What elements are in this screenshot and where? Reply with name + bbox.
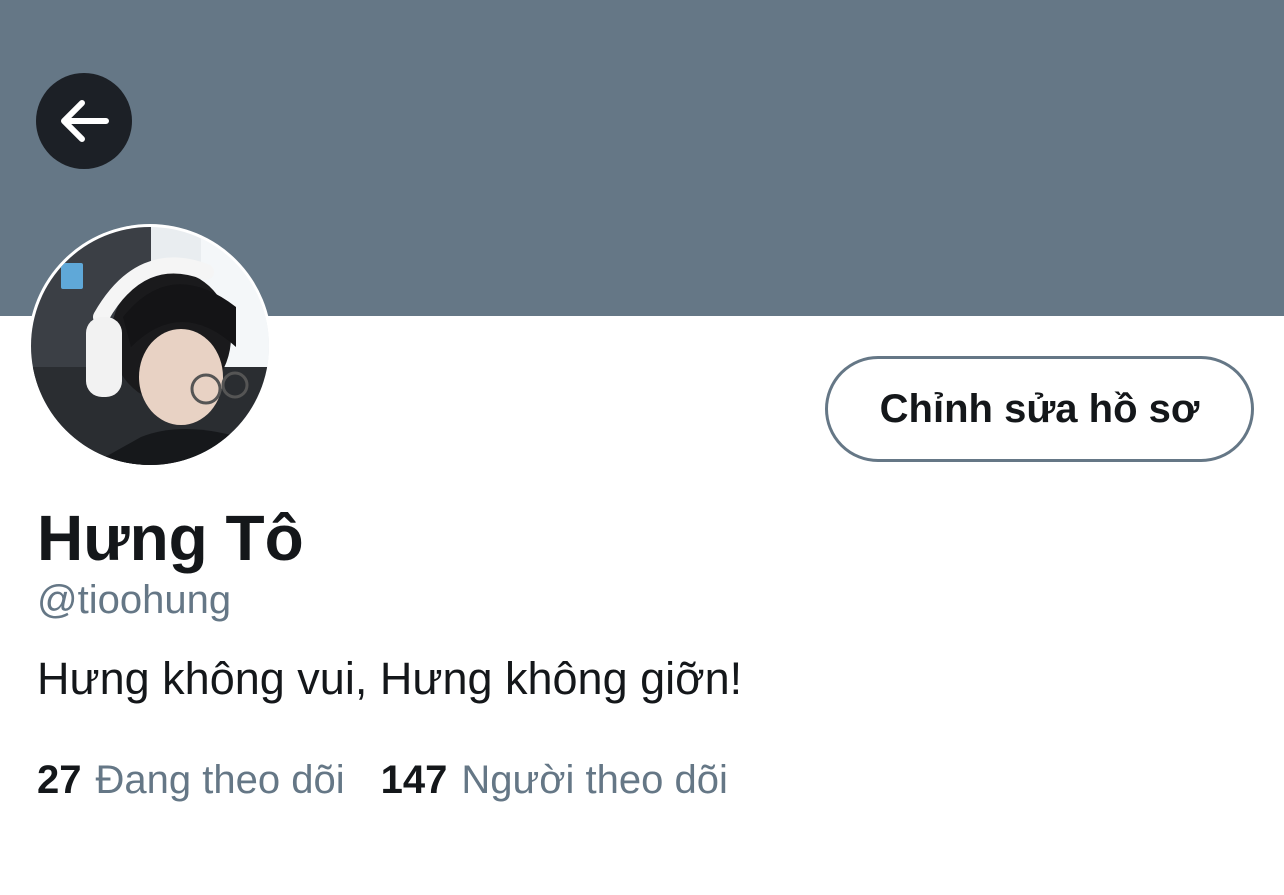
following-link[interactable]: 27 Đang theo dõi: [37, 756, 345, 804]
followers-count: 147: [380, 758, 448, 802]
followers-link[interactable]: 147 Người theo dõi: [381, 756, 728, 804]
username-handle: @tioohung: [37, 578, 232, 622]
profile-stats: 27 Đang theo dõi 147 Người theo dõi: [37, 756, 764, 804]
back-button[interactable]: [36, 73, 132, 169]
profile-bio: Hưng không vui, Hưng không giỡn!: [37, 653, 743, 704]
following-label: Đang theo dõi: [95, 758, 345, 802]
avatar-photo: [31, 227, 269, 465]
followers-label: Người theo dõi: [461, 758, 728, 802]
edit-profile-button[interactable]: Chỉnh sửa hồ sơ: [825, 356, 1254, 462]
arrow-left-icon: [58, 99, 110, 143]
following-count: 27: [37, 758, 82, 802]
avatar[interactable]: [28, 224, 272, 468]
display-name: Hưng Tô: [37, 502, 304, 574]
